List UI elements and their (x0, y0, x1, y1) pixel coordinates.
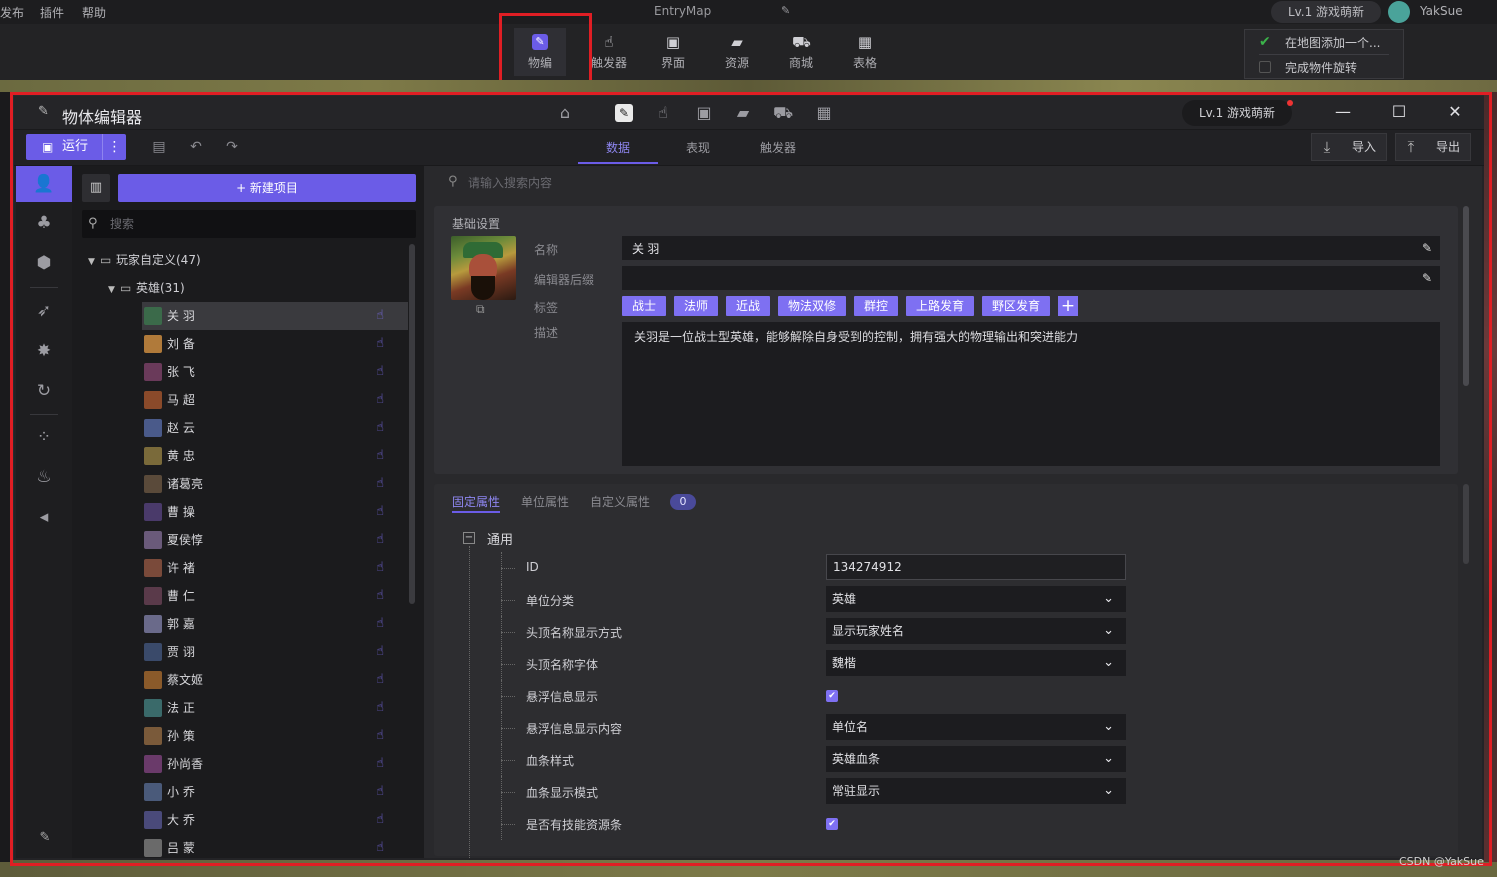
task-popup: ✔ 在地图添加一个... 完成物件旋转 (1244, 29, 1404, 79)
watermark: CSDN @YakSue (1399, 855, 1484, 868)
task-item[interactable]: ✔ 在地图添加一个... (1259, 34, 1380, 51)
toolbar-table-button[interactable]: ▦ 表格 (839, 28, 891, 76)
ui-icon: ▣ (665, 33, 681, 51)
background-edge (0, 92, 10, 862)
check-icon: ✔ (1259, 34, 1271, 50)
map-background (0, 80, 1497, 92)
toolbar-store-button[interactable]: ⛟ 商城 (775, 28, 827, 76)
toolbar-label: 表格 (852, 56, 877, 70)
menu-plugins[interactable]: 插件 (40, 4, 64, 21)
toolbar-label: 界面 (660, 56, 685, 70)
edit-title-icon[interactable]: ✎ (781, 4, 793, 17)
toolbar-label: 触发器 (590, 56, 627, 70)
folder-icon: ▰ (731, 33, 743, 51)
task-item[interactable]: 完成物件旋转 (1259, 59, 1357, 76)
toolbar-ui-button[interactable]: ▣ 界面 (647, 28, 699, 76)
task-label: 完成物件旋转 (1285, 61, 1358, 75)
avatar[interactable] (1388, 1, 1410, 23)
highlight-box (10, 92, 1492, 866)
divider (1259, 54, 1389, 55)
level-badge[interactable]: Lv.1 游戏萌新 (1271, 1, 1381, 23)
toolbar-resource-button[interactable]: ▰ 资源 (711, 28, 763, 76)
toolbar-label: 资源 (724, 56, 749, 70)
grid-icon: ▦ (857, 33, 873, 51)
hand-pointer-icon: ☝ (604, 33, 614, 51)
menu-help[interactable]: 帮助 (82, 4, 106, 21)
toolbar-label: 商城 (788, 56, 813, 70)
task-label: 在地图添加一个... (1285, 36, 1381, 50)
app-title: EntryMap (654, 4, 712, 18)
checkbox[interactable] (1259, 61, 1271, 73)
screen: 发布 插件 帮助 EntryMap ✎ Lv.1 游戏萌新 YakSue ✎ 物编… (0, 0, 1497, 877)
menu-publish[interactable]: 发布 (0, 4, 24, 21)
cart-icon: ⛟ (792, 33, 811, 51)
highlight-box (499, 13, 592, 90)
user-name[interactable]: YakSue (1420, 4, 1463, 18)
